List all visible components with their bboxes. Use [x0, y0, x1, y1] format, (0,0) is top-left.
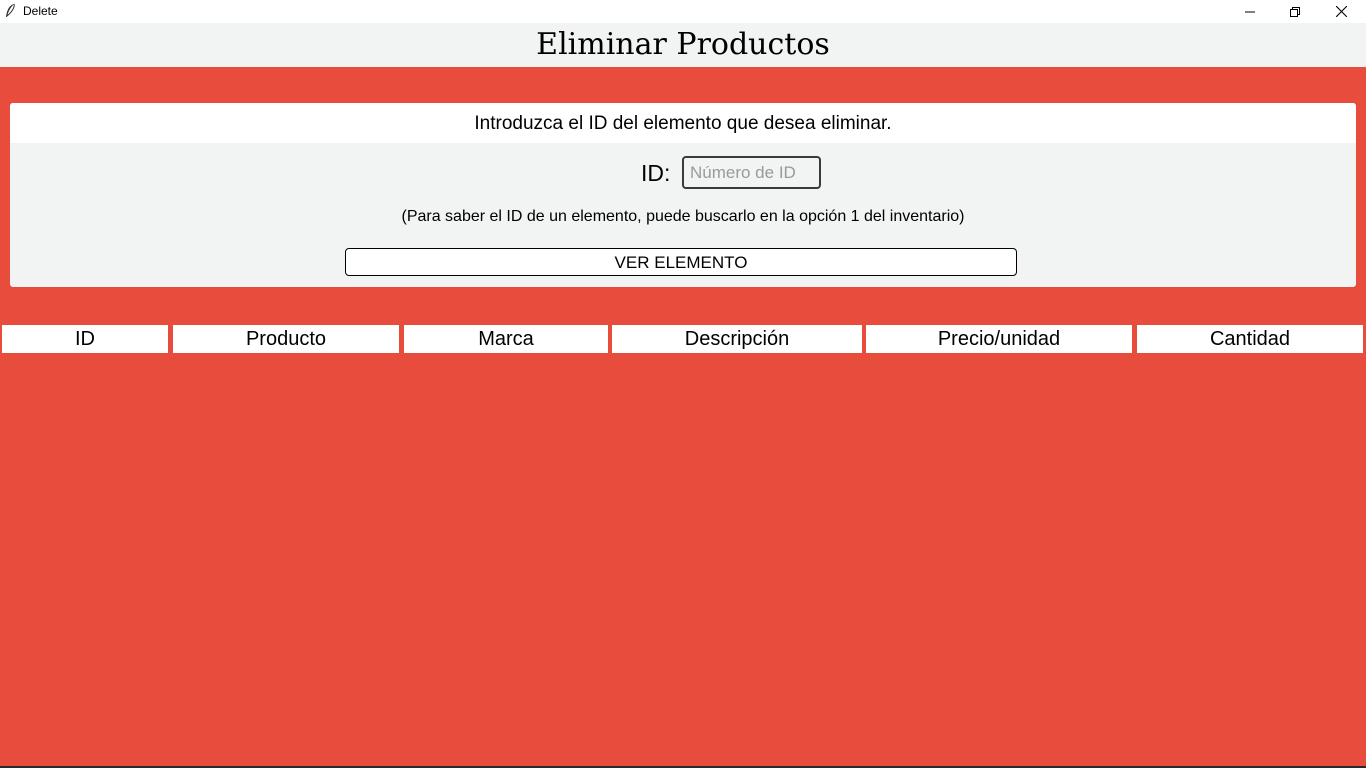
minimize-icon — [1245, 7, 1255, 17]
hint-text: (Para saber el ID de un elemento, puede … — [401, 208, 965, 225]
app-window: Delete Eliminar Productos Introduzca el … — [0, 0, 1366, 768]
close-button[interactable] — [1318, 0, 1364, 23]
window-title: Delete — [23, 4, 58, 18]
delete-form-panel: Introduzca el ID del elemento que desea … — [10, 103, 1356, 287]
instruction-bar: Introduzca el ID del elemento que desea … — [10, 103, 1356, 143]
column-header-producto: Producto — [173, 325, 399, 353]
view-element-button[interactable]: VER ELEMENTO — [345, 248, 1017, 276]
column-header-precio: Precio/unidad — [866, 325, 1132, 353]
column-header-cantidad: Cantidad — [1137, 325, 1363, 353]
id-label: ID: — [641, 160, 671, 186]
column-header-id: ID — [2, 325, 168, 353]
minimize-button[interactable] — [1227, 0, 1273, 23]
restore-icon — [1290, 6, 1300, 17]
column-header-descripcion: Descripción — [612, 325, 862, 353]
id-input[interactable] — [682, 156, 821, 189]
page-header: Eliminar Productos — [0, 23, 1366, 67]
instruction-text: Introduzca el ID del elemento que desea … — [474, 113, 892, 134]
close-icon — [1335, 6, 1347, 17]
page-title: Eliminar Productos — [536, 27, 830, 62]
id-field-row: ID: — [10, 156, 1356, 189]
restore-button[interactable] — [1272, 0, 1318, 23]
title-bar[interactable]: Delete — [0, 0, 1366, 23]
feather-icon — [4, 3, 16, 19]
column-header-marca: Marca — [404, 325, 608, 353]
